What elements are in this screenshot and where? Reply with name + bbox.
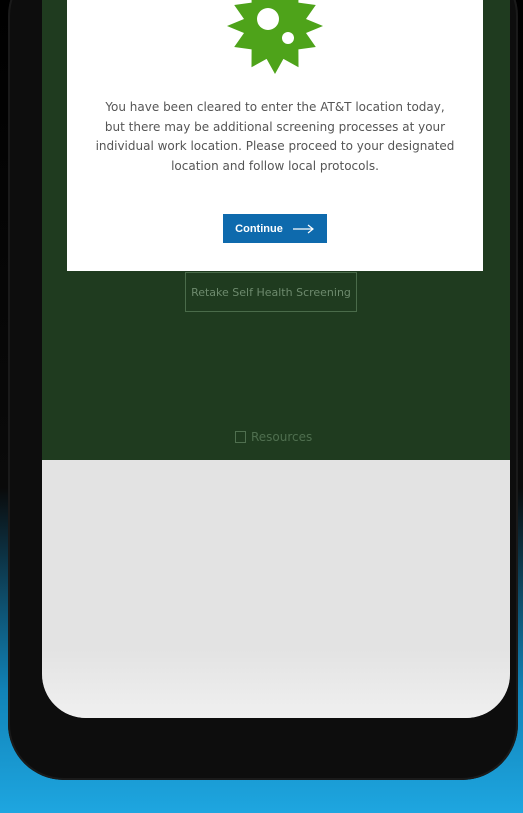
clearance-message: You have been cleared to enter the AT&T … <box>95 100 455 173</box>
screen-bottom-area <box>42 650 510 718</box>
continue-button[interactable]: Continue <box>223 214 327 243</box>
arrow-right-icon <box>292 224 315 234</box>
cleared-badge-icon <box>227 0 323 74</box>
resources-label: Resources <box>251 430 313 444</box>
resources-icon <box>235 431 246 443</box>
continue-label: Continue <box>235 222 283 235</box>
app-background: Retake Self Health Screening Resources Y… <box>42 0 510 460</box>
retake-screening-label: Retake Self Health Screening <box>191 285 351 299</box>
phone-frame: Retake Self Health Screening Resources Y… <box>8 0 518 780</box>
retake-screening-button[interactable]: Retake Self Health Screening <box>185 272 357 312</box>
clearance-modal: You have been cleared to enter the AT&T … <box>67 0 483 271</box>
phone-screen: Retake Self Health Screening Resources Y… <box>42 0 510 718</box>
resources-link[interactable]: Resources <box>235 430 312 444</box>
